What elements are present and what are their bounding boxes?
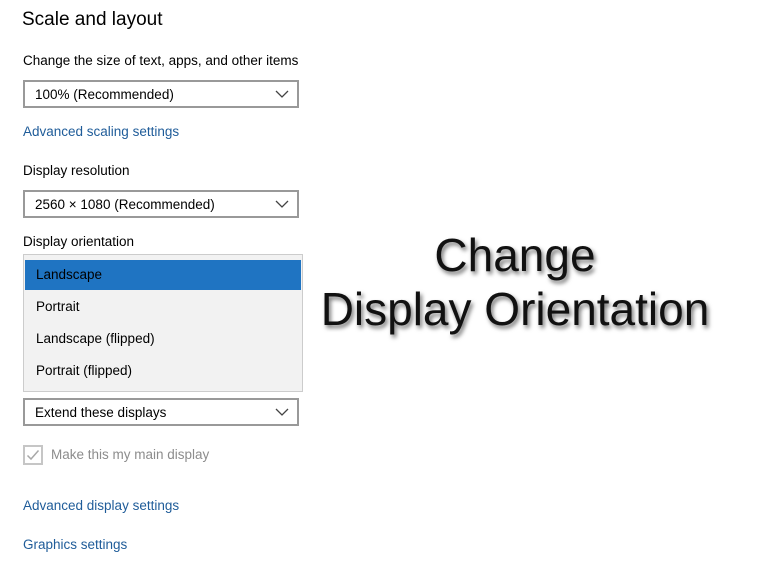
main-display-label: Make this my main display: [51, 447, 210, 462]
overlay-caption: Change Display Orientation: [300, 228, 730, 336]
chevron-down-icon: [275, 408, 289, 416]
orientation-option-landscape-flipped[interactable]: Landscape (flipped): [25, 324, 301, 354]
scale-label: Change the size of text, apps, and other…: [23, 53, 299, 68]
orientation-dropdown-list: Landscape Portrait Landscape (flipped) P…: [23, 254, 303, 392]
checkmark-icon: [26, 450, 40, 461]
section-title: Scale and layout: [22, 9, 163, 30]
orientation-option-landscape[interactable]: Landscape: [25, 260, 301, 290]
main-display-checkbox[interactable]: [23, 445, 43, 465]
resolution-select[interactable]: 2560 × 1080 (Recommended): [23, 190, 299, 218]
graphics-settings-link[interactable]: Graphics settings: [23, 536, 127, 554]
overlay-caption-line2: Display Orientation: [320, 283, 710, 335]
resolution-label: Display resolution: [23, 163, 130, 178]
overlay-caption-line1: Change: [434, 229, 596, 281]
orientation-option-portrait-flipped[interactable]: Portrait (flipped): [25, 356, 301, 386]
advanced-scaling-link[interactable]: Advanced scaling settings: [23, 123, 179, 141]
scale-select-value: 100% (Recommended): [35, 87, 174, 102]
multiple-displays-select[interactable]: Extend these displays: [23, 398, 299, 426]
orientation-option-portrait[interactable]: Portrait: [25, 292, 301, 322]
multiple-displays-select-value: Extend these displays: [35, 405, 167, 420]
orientation-label: Display orientation: [23, 234, 135, 249]
chevron-down-icon: [275, 200, 289, 208]
advanced-display-link[interactable]: Advanced display settings: [23, 497, 179, 515]
chevron-down-icon: [275, 90, 289, 98]
scale-select[interactable]: 100% (Recommended): [23, 80, 299, 108]
resolution-select-value: 2560 × 1080 (Recommended): [35, 197, 215, 212]
